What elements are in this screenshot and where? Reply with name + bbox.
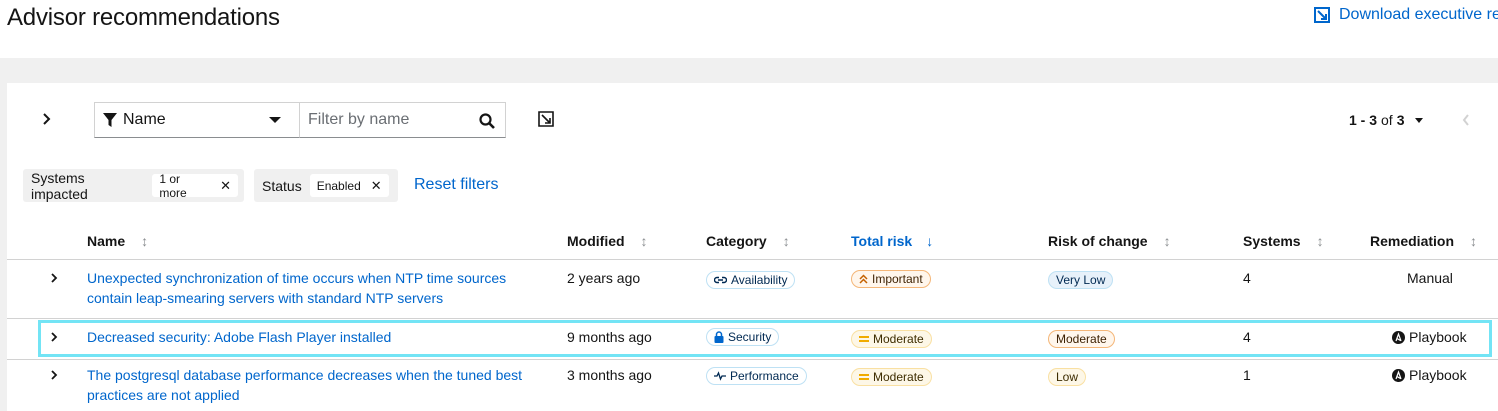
close-icon[interactable]: ✕ — [371, 178, 382, 194]
export-icon[interactable] — [538, 111, 554, 127]
pagination-of: of — [1381, 112, 1393, 128]
row-expand-chevron-icon[interactable] — [48, 272, 60, 284]
table-row-name-link[interactable]: The postgresql database performance decr… — [87, 365, 537, 405]
column-header-systems[interactable]: Systems ↕ — [1243, 233, 1324, 249]
table-row-name-link[interactable]: Decreased security: Adobe Flash Player i… — [87, 327, 537, 347]
search-input[interactable] — [300, 103, 470, 137]
remediation-cell: Playbook — [1392, 365, 1467, 385]
equals-icon — [859, 374, 869, 380]
modified-cell: 2 years ago — [567, 270, 641, 286]
reset-filters-button[interactable]: Reset filters — [414, 176, 498, 194]
sort-icon: ↕ — [1316, 233, 1324, 249]
column-header-name[interactable]: Name ↕ — [87, 233, 148, 249]
sort-icon: ↕ — [141, 233, 149, 249]
sort-down-icon: ↓ — [926, 233, 934, 249]
column-header-category[interactable]: Category ↕ — [706, 233, 790, 249]
total-risk-cell: Important — [851, 269, 931, 289]
sort-icon: ↕ — [640, 233, 648, 249]
download-executive-report-link[interactable]: Download executive re — [1314, 6, 1498, 24]
systems-cell: 4 — [1243, 329, 1251, 345]
category-cell: Performance — [706, 366, 807, 386]
column-header-risk-of-change[interactable]: Risk of change ↕ — [1048, 233, 1171, 249]
caret-down-icon — [269, 117, 281, 123]
column-header-remediation[interactable]: Remediation ↕ — [1370, 233, 1477, 249]
chevron-left-icon[interactable] — [1461, 113, 1471, 127]
chip-category-label: Systems impacted — [31, 169, 88, 202]
chip: 1 or more ✕ — [152, 171, 238, 200]
page-title: Advisor recommendations — [7, 4, 280, 31]
ansible-icon — [1392, 368, 1405, 382]
ansible-icon — [1392, 330, 1405, 344]
search-box — [300, 102, 506, 138]
risk-of-change-label: Very Low — [1048, 271, 1114, 289]
total-risk-cell: Moderate — [851, 328, 932, 348]
modified-cell: 3 months ago — [567, 367, 652, 383]
table-row-name-link[interactable]: Unexpected synchronization of time occur… — [87, 268, 537, 308]
systems-cell: 4 — [1243, 270, 1251, 286]
caret-down-icon — [1414, 117, 1423, 123]
row-divider — [7, 359, 1498, 360]
column-header-total-risk[interactable]: Total risk ↓ — [851, 233, 933, 249]
remediation-cell: Manual — [1407, 270, 1453, 286]
remediation-cell: Playbook — [1392, 327, 1467, 347]
table-header-divider — [7, 259, 1498, 260]
risk-of-change-label: Moderate — [1048, 330, 1115, 348]
total-risk-label: Moderate — [851, 330, 932, 348]
chip: Enabled ✕ — [309, 174, 389, 197]
lock-icon — [714, 331, 724, 343]
total-risk-label: Important — [851, 270, 931, 288]
filter-attribute-label: Name — [123, 111, 166, 128]
systems-cell: 1 — [1243, 367, 1251, 383]
risk-of-change-cell: Very Low — [1048, 269, 1114, 289]
pagination-toggle[interactable]: 1 - 3 of 3 — [1349, 112, 1423, 128]
filter-attribute-select[interactable]: Name — [94, 102, 300, 138]
column-header-modified[interactable]: Modified ↕ — [567, 233, 648, 249]
row-divider — [7, 318, 1498, 319]
category-cell: Availability — [706, 269, 796, 289]
equals-icon — [859, 336, 869, 342]
sort-icon: ↕ — [782, 233, 790, 249]
row-expand-chevron-icon[interactable] — [48, 331, 60, 343]
search-icon[interactable] — [479, 113, 495, 129]
risk-of-change-cell: Moderate — [1048, 328, 1115, 348]
chip-category-label: Status — [262, 177, 302, 194]
category-label: Performance — [706, 367, 807, 385]
risk-of-change-label: Low — [1048, 368, 1087, 386]
pagination-total: 3 — [1396, 112, 1405, 128]
page-header: Advisor recommendations Download executi… — [0, 0, 1498, 58]
sort-icon: ↕ — [1470, 233, 1478, 249]
category-label: Security — [706, 328, 780, 346]
total-risk-cell: Moderate — [851, 366, 932, 386]
total-risk-label: Moderate — [851, 368, 932, 386]
category-label: Availability — [706, 271, 796, 289]
sort-icon: ↕ — [1163, 233, 1171, 249]
export-icon — [1314, 7, 1330, 23]
double-chevron-up-icon — [859, 274, 868, 284]
close-icon[interactable]: ✕ — [220, 178, 231, 194]
chip-value: 1 or more — [159, 171, 187, 200]
chip-group-systems-impacted: Systems impacted 1 or more ✕ — [23, 169, 244, 202]
modified-cell: 9 months ago — [567, 329, 652, 345]
filter-icon — [103, 112, 117, 128]
pagination-range: 1 - 3 — [1349, 112, 1378, 128]
download-label: Download executive re — [1339, 6, 1498, 23]
chevron-right-icon[interactable] — [39, 111, 55, 127]
pulse-icon — [714, 371, 726, 381]
row-expand-chevron-icon[interactable] — [48, 369, 60, 381]
link-icon — [714, 276, 727, 284]
chip-value: Enabled — [316, 178, 361, 193]
category-cell: Security — [706, 328, 780, 348]
risk-of-change-cell: Low — [1048, 366, 1087, 386]
chip-group-status: Status Enabled ✕ — [254, 169, 398, 202]
